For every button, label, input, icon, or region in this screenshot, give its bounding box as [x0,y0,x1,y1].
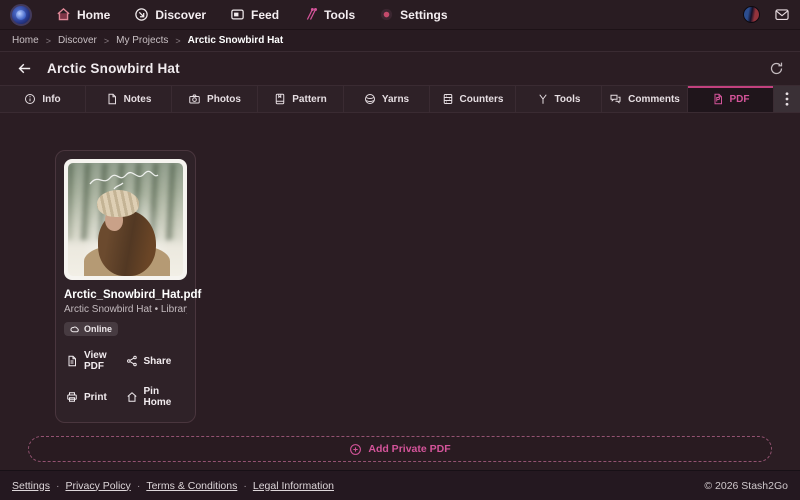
breadcrumb-discover[interactable]: Discover [58,35,97,46]
discover-icon [134,7,149,22]
note-icon [106,93,118,105]
pdf-cover-photo [68,163,183,276]
tab-counters[interactable]: Counters [430,86,516,112]
counter-icon [442,93,454,105]
camera-icon [188,93,201,105]
tab-label: Comments [628,93,680,105]
tab-label: Photos [207,93,241,105]
nav-item-home[interactable]: Home [56,7,110,22]
refresh-icon[interactable] [769,61,784,76]
footer-link-settings[interactable]: Settings [12,480,50,492]
add-private-pdf-label: Add Private PDF [368,443,451,455]
nav-label: Settings [400,7,448,22]
pdf-thumbnail[interactable] [64,159,187,280]
comments-icon [609,93,622,105]
nav-item-feed[interactable]: Feed [230,7,279,22]
nav-item-settings[interactable]: Settings [379,7,448,22]
nav-item-tools[interactable]: Tools [303,7,355,22]
settings-dot-icon [379,7,394,22]
tab-label: Yarns [381,93,410,105]
share-button[interactable]: Share [126,350,186,372]
info-icon [24,93,36,105]
pdf-subtitle: Arctic Snowbird Hat • Library P… [64,304,187,315]
feed-icon [230,7,245,22]
user-avatar[interactable] [743,6,760,23]
figure-knit-hat [97,190,139,217]
footer-link-legal[interactable]: Legal Information [253,480,334,492]
document-icon [66,355,78,367]
breadcrumb-separator: > [175,35,181,46]
pdf-file-icon [712,93,724,105]
add-private-pdf-button[interactable]: Add Private PDF [28,436,772,462]
nav-label: Tools [324,7,356,22]
tab-label: Info [42,93,61,105]
page-title: Arctic Snowbird Hat [47,61,180,76]
pdf-filename: Arctic_Snowbird_Hat.pdf [64,289,202,301]
footer-separator: · [55,479,60,492]
breadcrumb-home[interactable]: Home [12,35,39,46]
top-nav: Home Discover Feed Tools Settings [0,0,800,30]
tools-icon [537,93,549,105]
cloud-icon [70,325,80,333]
kebab-menu-icon [785,92,789,106]
pdf-actions: View PDF Share Print Pin Home [64,350,187,408]
tab-notes[interactable]: Notes [86,86,172,112]
footer-separator: · [243,479,247,492]
breadcrumb-my-projects[interactable]: My Projects [116,35,168,46]
tab-overflow-menu[interactable] [774,86,800,112]
pin-home-button[interactable]: Pin Home [126,386,186,408]
breadcrumb-current: Arctic Snowbird Hat [187,35,284,46]
nav-label: Home [77,7,111,22]
tab-info[interactable]: Info [0,86,86,112]
tab-pdf[interactable]: PDF [688,86,774,112]
plus-circle-icon [349,443,362,456]
action-label: Share [143,355,172,367]
yarn-ball-icon [364,93,376,105]
tab-tools[interactable]: Tools [516,86,602,112]
breadcrumb-separator: > [103,35,110,46]
tab-label: Tools [554,93,581,105]
tab-label: Counters [459,93,504,105]
tab-bar: Info Notes Photos Pattern Yarns Counters… [0,85,800,113]
app-logo-icon [16,9,26,20]
back-arrow-icon[interactable] [16,60,33,77]
printer-icon [66,391,78,403]
home-icon [56,7,71,22]
breadcrumb-separator: > [45,35,51,46]
footer-link-privacy-policy[interactable]: Privacy Policy [65,480,130,492]
footer-link-terms[interactable]: Terms & Conditions [146,480,237,492]
status-label: Online [84,324,113,334]
title-bar: Arctic Snowbird Hat [0,52,800,85]
knitting-needles-icon [303,7,318,22]
view-pdf-button[interactable]: View PDF [66,350,126,372]
top-nav-right [743,6,790,23]
footer: Settings · Privacy Policy · Terms & Cond… [0,470,800,500]
pdf-card: Arctic_Snowbird_Hat.pdf Arctic Snowbird … [55,150,202,423]
share-icon [126,355,138,367]
action-label: Pin Home [143,386,172,408]
nav-label: Discover [155,7,207,22]
tab-pattern[interactable]: Pattern [258,86,344,112]
tab-label: Notes [123,93,152,105]
breadcrumb: Home > Discover > My Projects > Arctic S… [0,30,800,52]
nav-label: Feed [251,7,280,22]
pin-home-icon [126,391,138,403]
tab-label: Pattern [292,93,327,105]
footer-separator: · [136,479,141,492]
nav-item-discover[interactable]: Discover [134,7,206,22]
pattern-book-icon [274,93,286,105]
tab-photos[interactable]: Photos [172,86,258,112]
mail-icon[interactable] [774,8,790,22]
app-logo[interactable] [10,3,32,26]
tab-yarns[interactable]: Yarns [344,86,430,112]
main-content: Arctic_Snowbird_Hat.pdf Arctic Snowbird … [0,113,800,470]
copyright-text: © 2026 Stash2Go [704,479,788,492]
tab-label: PDF [729,93,750,105]
tab-comments[interactable]: Comments [602,86,688,112]
action-label: View PDF [84,350,107,372]
status-badge: Online [64,322,119,336]
action-label: Print [84,391,107,403]
print-button[interactable]: Print [66,386,126,408]
